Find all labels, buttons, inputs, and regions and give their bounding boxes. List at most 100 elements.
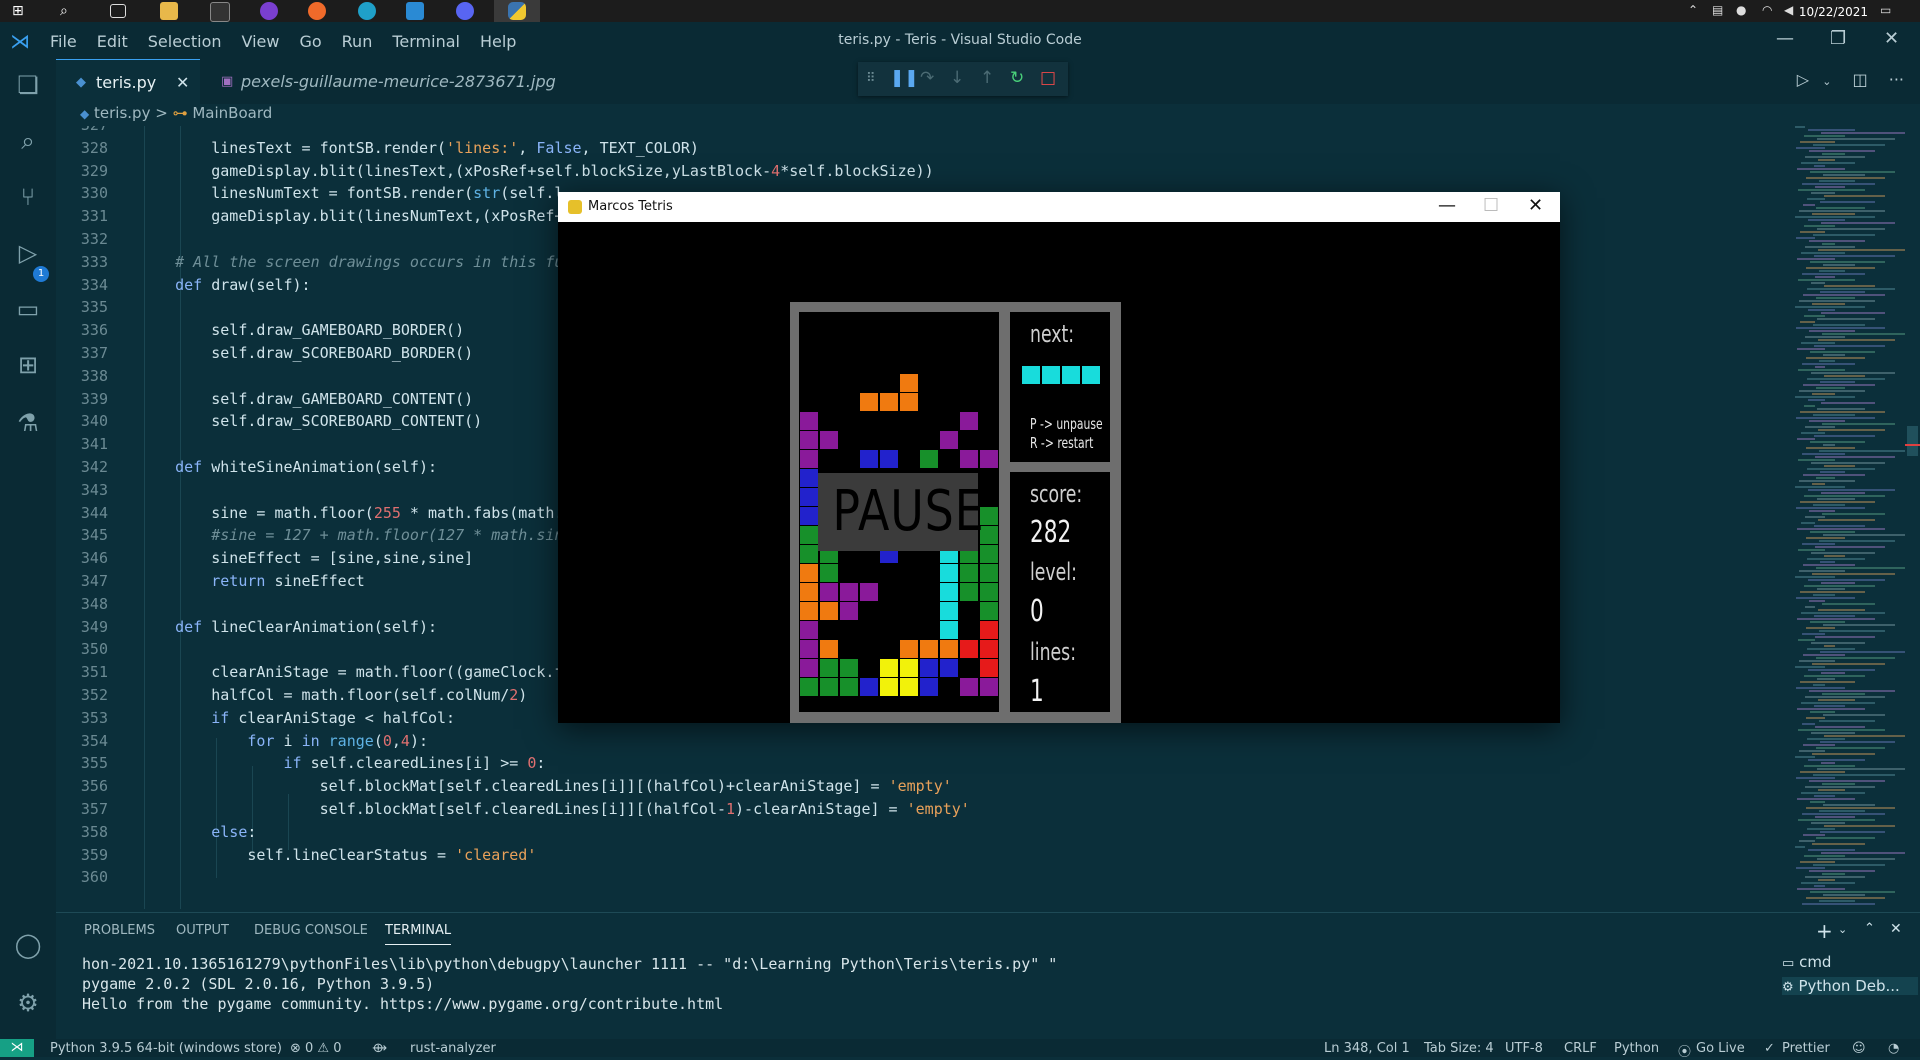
terminal-python-debug[interactable]: ⚙ Python Deb... [1782, 977, 1918, 995]
split-editor-icon[interactable]: ◫ [1853, 70, 1868, 89]
encoding[interactable]: UTF-8 [1505, 1041, 1543, 1056]
minimap-line [1801, 342, 1835, 344]
tab-image[interactable]: ▣ pexels-guillaume-meurice-2873671.jpg [201, 59, 581, 104]
terminal-app-icon[interactable] [210, 2, 230, 22]
step-into-icon[interactable]: ↓ [950, 68, 964, 88]
notification-icon[interactable]: ▭ [1880, 3, 1894, 17]
discord-icon[interactable] [456, 2, 474, 20]
file-explorer-icon[interactable] [160, 2, 178, 20]
tab-problems[interactable]: PROBLEMS [84, 923, 155, 938]
more-actions-icon[interactable]: ··· [1889, 70, 1904, 89]
minimap-line [1815, 726, 1865, 728]
extensions-icon[interactable]: ⊞ [14, 351, 42, 379]
tab-teris-py[interactable]: ◆ teris.py ✕ [56, 59, 200, 105]
firefox-icon[interactable] [308, 2, 326, 20]
step-over-icon[interactable]: ↷ [920, 68, 934, 88]
pause-icon[interactable]: ❚❚ [890, 68, 919, 88]
close-panel-icon[interactable]: ✕ [1890, 921, 1902, 937]
settings-gear-icon[interactable]: ⚙ [14, 989, 42, 1017]
python-icon[interactable] [508, 2, 526, 20]
tab-size[interactable]: Tab Size: 4 [1424, 1041, 1494, 1056]
close-icon[interactable]: ✕ [1884, 28, 1899, 49]
tetris-block [800, 678, 818, 696]
minimize-icon[interactable]: — [1776, 28, 1794, 49]
system-date[interactable]: 10/22/2021 [1799, 5, 1868, 19]
account-icon[interactable]: ◯ [14, 931, 42, 959]
chevron-down-icon[interactable]: ⌄ [1838, 923, 1847, 936]
tetris-block [800, 469, 818, 487]
scroll-thumb[interactable] [1907, 426, 1918, 456]
python-interpreter[interactable]: Python 3.9.5 64-bit (windows store) [50, 1041, 282, 1056]
search-icon[interactable]: ⌕ [14, 127, 42, 155]
tab-debug-console[interactable]: DEBUG CONSOLE [254, 923, 368, 938]
chevron-down-icon[interactable]: ⌄ [1822, 75, 1831, 88]
minimap[interactable] [1785, 126, 1905, 909]
minimap-line [1815, 546, 1885, 548]
problems-count[interactable]: ⊗ 0 ⚠ 0 [290, 1041, 342, 1056]
pygame-minimize-icon[interactable]: — [1438, 195, 1456, 216]
minimap-line [1806, 447, 1855, 449]
go-live-icon[interactable]: ⦿ [1678, 1041, 1691, 1060]
windows-start-icon[interactable]: ⊞ [12, 2, 30, 20]
explorer-icon[interactable]: ❏ [14, 71, 42, 99]
cursor-position[interactable]: Ln 348, Col 1 [1324, 1041, 1410, 1056]
pygame-titlebar[interactable]: Marcos Tetris — ☐ ✕ [558, 192, 1560, 222]
tab-terminal[interactable]: TERMINAL [385, 923, 452, 945]
terminal-cmd[interactable]: ▭ cmd [1782, 953, 1831, 971]
tetris-block [980, 602, 998, 620]
stop-icon[interactable]: □ [1040, 68, 1056, 88]
minimap-line [1798, 639, 1815, 641]
language-mode[interactable]: Python [1614, 1041, 1659, 1056]
minimap-line [1820, 471, 1845, 473]
prettier[interactable]: Prettier [1782, 1041, 1830, 1056]
go-live[interactable]: Go Live [1696, 1041, 1745, 1056]
search-icon[interactable]: ⌕ [60, 2, 78, 20]
edge-icon[interactable] [358, 2, 376, 20]
breadcrumb-symbol[interactable]: MainBoard [192, 104, 272, 122]
vertical-scrollbar[interactable] [1905, 126, 1920, 909]
chevron-up-icon[interactable]: ⌃ [1688, 3, 1702, 17]
testing-icon[interactable]: ⚗ [14, 409, 42, 437]
status-bar: ⋊ Python 3.9.5 64-bit (windows store) ⊗ … [0, 1039, 1920, 1060]
minimap-line [1815, 636, 1875, 638]
tab-close-icon[interactable]: ✕ [176, 60, 189, 105]
restore-icon[interactable]: ❐ [1830, 28, 1846, 49]
vscode-taskbar-icon[interactable] [406, 2, 424, 20]
microphone-icon[interactable]: ● [1736, 3, 1750, 17]
wifi-icon[interactable]: ◠ [1762, 3, 1776, 17]
network-icon[interactable]: ▤ [1712, 3, 1726, 17]
drag-handle-icon[interactable]: ⠿ [866, 71, 876, 86]
tab-output[interactable]: OUTPUT [176, 923, 229, 938]
end-of-line[interactable]: CRLF [1564, 1041, 1597, 1056]
minimap-line [1796, 777, 1835, 779]
minimap-line [1819, 810, 1865, 812]
maximize-panel-icon[interactable]: ⌃ [1864, 921, 1875, 936]
minimap-line [1814, 525, 1865, 527]
source-control-icon[interactable]: ⑂ [14, 183, 42, 211]
rust-analyzer[interactable]: rust-analyzer [410, 1041, 496, 1056]
pygame-close-icon[interactable]: ✕ [1528, 195, 1543, 216]
task-view-icon[interactable] [110, 4, 126, 18]
run-icon[interactable]: ▷ [1797, 70, 1809, 89]
volume-icon[interactable]: ◀ [1784, 3, 1798, 17]
prettier-icon[interactable]: ✓ [1764, 1041, 1775, 1056]
minimap-line [1801, 252, 1845, 254]
remote-icon[interactable]: ⋊ [0, 1039, 34, 1057]
tetris-block [860, 393, 878, 411]
minimap-line [1824, 645, 1835, 647]
breadcrumb-file[interactable]: teris.py [94, 104, 150, 122]
minimap-line [1804, 225, 1835, 227]
restart-icon[interactable]: ↻ [1010, 68, 1024, 88]
code-line: if clearAniStage < halfCol: [211, 708, 456, 727]
minimap-line [1819, 270, 1845, 272]
step-out-icon[interactable]: ↑ [980, 68, 994, 88]
debug-run-icon[interactable]: ⟴ [372, 1041, 387, 1056]
run-debug-icon[interactable]: ▷ [14, 239, 42, 267]
feedback-icon[interactable]: ☺ [1852, 1041, 1866, 1056]
podcast-app-icon[interactable] [260, 2, 278, 20]
code-line: def lineClearAnimation(self): [175, 617, 438, 636]
remote-explorer-icon[interactable]: ▭ [14, 295, 42, 323]
minimap-line [1809, 420, 1845, 422]
bell-icon[interactable]: ◔ [1888, 1041, 1899, 1056]
new-terminal-icon[interactable]: + [1816, 919, 1833, 943]
